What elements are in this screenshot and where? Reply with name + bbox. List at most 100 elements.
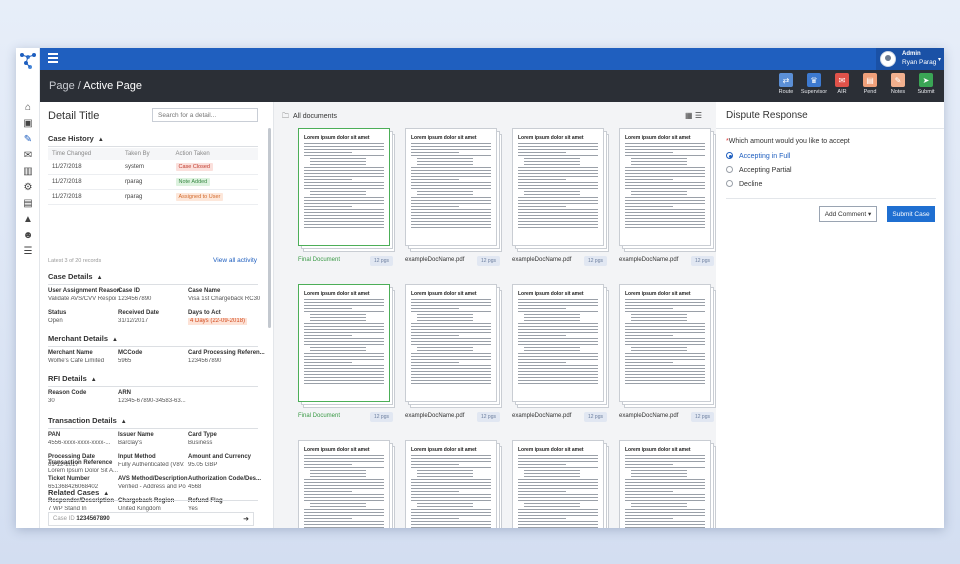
document-thumbnail[interactable]: Lorem ipsum dolor sit amet bbox=[298, 284, 395, 408]
document-name[interactable]: exampleDocName.pdf bbox=[405, 257, 464, 263]
document-page: Lorem ipsum dolor sit amet bbox=[619, 284, 711, 402]
document-icon[interactable]: ▤ bbox=[22, 198, 34, 210]
radio-icon[interactable] bbox=[726, 166, 733, 173]
rfi-details-header[interactable]: RFI Details ▲ bbox=[48, 374, 97, 383]
document-thumbnail[interactable]: Lorem ipsum dolor sit amet bbox=[512, 128, 609, 252]
radio-accept-full[interactable]: Accepting in Full bbox=[726, 152, 790, 160]
document-name[interactable]: exampleDocName.pdf bbox=[405, 413, 464, 419]
document-thumbnail[interactable]: Lorem ipsum dolor sit amet bbox=[619, 128, 716, 252]
add-comment-button[interactable]: Add Comment ▾ bbox=[819, 206, 877, 222]
text-line bbox=[304, 467, 384, 468]
notes-icon[interactable]: ✎ bbox=[891, 73, 905, 87]
document-card[interactable]: Lorem ipsum dolor sit amet exampleDocName… bbox=[512, 128, 609, 268]
document-thumbnail[interactable]: Lorem ipsum dolor sit amet bbox=[298, 440, 395, 528]
arrow-right-icon[interactable]: ➜ bbox=[243, 515, 249, 523]
column-header: Time Changed bbox=[48, 148, 121, 160]
mail-icon[interactable]: ✉ bbox=[22, 150, 34, 162]
gear-icon[interactable]: ⚙ bbox=[22, 182, 34, 194]
chart-icon[interactable]: ▥ bbox=[22, 166, 34, 178]
document-name[interactable]: exampleDocName.pdf bbox=[512, 257, 571, 263]
text-line bbox=[631, 158, 687, 159]
submit-action-button[interactable]: ➤ Submit bbox=[912, 73, 940, 95]
text-line bbox=[625, 515, 705, 516]
air-icon[interactable]: ✉ bbox=[835, 73, 849, 87]
air-action-button[interactable]: ✉ AIR bbox=[828, 73, 856, 95]
pend-action-button[interactable]: ▤ Pend bbox=[856, 73, 884, 95]
field-assignment-reason: User Assignment Reason Validate AVS/CVV R… bbox=[48, 288, 121, 302]
document-thumbnail[interactable]: Lorem ipsum dolor sit amet bbox=[405, 284, 502, 408]
view-toggle[interactable]: ▦ ☰ bbox=[685, 111, 702, 120]
grid-view-icon[interactable]: ▦ bbox=[685, 111, 693, 120]
user-menu[interactable]: Admin Ryan Parag ▾ bbox=[876, 48, 944, 70]
document-thumbnail[interactable]: Lorem ipsum dolor sit amet bbox=[405, 128, 502, 252]
related-case-row[interactable]: Case ID 1234567890 ➜ bbox=[48, 512, 254, 526]
field-received-date: Received Date 31/12/2017 bbox=[118, 310, 160, 324]
radio-decline[interactable]: Decline bbox=[726, 180, 762, 188]
document-card[interactable]: Lorem ipsum dolor sit amet bbox=[405, 440, 502, 528]
list-view-icon[interactable]: ☰ bbox=[695, 111, 702, 120]
document-thumbnail[interactable]: Lorem ipsum dolor sit amet bbox=[298, 128, 395, 252]
text-line bbox=[304, 491, 352, 492]
text-line bbox=[625, 308, 673, 309]
supervisor-icon[interactable]: ♛ bbox=[807, 73, 821, 87]
detail-search-input[interactable] bbox=[152, 108, 258, 122]
document-name[interactable]: exampleDocName.pdf bbox=[619, 413, 678, 419]
notes-action-button[interactable]: ✎ Notes bbox=[884, 73, 912, 95]
document-name[interactable]: exampleDocName.pdf bbox=[619, 257, 678, 263]
submit-icon[interactable]: ➤ bbox=[919, 73, 933, 87]
warning-icon[interactable]: ▲ bbox=[22, 214, 34, 226]
text-line bbox=[304, 479, 384, 480]
text-line bbox=[411, 218, 491, 219]
home-icon[interactable]: ⌂ bbox=[22, 102, 34, 114]
document-thumbnail[interactable]: Lorem ipsum dolor sit amet bbox=[512, 440, 609, 528]
document-card[interactable]: Lorem ipsum dolor sit amet exampleDocName… bbox=[405, 128, 502, 268]
text-line bbox=[625, 212, 705, 213]
document-card[interactable]: Lorem ipsum dolor sit amet exampleDocName… bbox=[619, 284, 716, 424]
view-all-activity-link[interactable]: View all activity bbox=[213, 257, 257, 264]
submit-case-button[interactable]: Submit Case bbox=[887, 206, 935, 222]
text-line bbox=[518, 188, 598, 189]
document-card[interactable]: Lorem ipsum dolor sit amet exampleDocName… bbox=[619, 128, 716, 268]
list-icon[interactable]: ☰ bbox=[22, 246, 34, 258]
panel-scrollbar[interactable] bbox=[268, 128, 271, 328]
related-cases-header[interactable]: Related Cases ▲ bbox=[48, 488, 109, 497]
document-thumbnail[interactable]: Lorem ipsum dolor sit amet bbox=[619, 440, 716, 528]
case-details-header[interactable]: Case Details ▲ bbox=[48, 272, 103, 281]
document-name[interactable]: Final Document bbox=[298, 413, 340, 419]
users-icon[interactable]: ☻ bbox=[22, 230, 34, 242]
edit-icon[interactable]: ✎ bbox=[22, 134, 34, 146]
radio-selected-icon[interactable] bbox=[726, 152, 733, 159]
document-thumbnail[interactable]: Lorem ipsum dolor sit amet bbox=[619, 284, 716, 408]
document-card[interactable]: Lorem ipsum dolor sit amet exampleDocName… bbox=[405, 284, 502, 424]
radio-accept-partial[interactable]: Accepting Partial bbox=[726, 166, 792, 174]
document-card[interactable]: Lorem ipsum dolor sit amet bbox=[512, 440, 609, 528]
all-documents-title: 🗀 All documents bbox=[282, 113, 337, 120]
text-line bbox=[631, 317, 687, 318]
case-history-header[interactable]: Case History ▲ bbox=[48, 134, 104, 143]
text-line bbox=[411, 152, 459, 153]
document-card[interactable]: Lorem ipsum dolor sit amet exampleDocName… bbox=[512, 284, 609, 424]
text-line bbox=[518, 224, 598, 225]
text-line bbox=[304, 455, 384, 456]
document-card[interactable]: Lorem ipsum dolor sit amet bbox=[298, 440, 395, 528]
document-thumbnail[interactable]: Lorem ipsum dolor sit amet bbox=[512, 284, 609, 408]
text-line bbox=[524, 476, 580, 477]
document-name[interactable]: Final Document bbox=[298, 257, 340, 263]
merchant-details-header[interactable]: Merchant Details ▲ bbox=[48, 334, 118, 343]
document-card[interactable]: Lorem ipsum dolor sit amet Final Document… bbox=[298, 284, 395, 424]
document-thumbnail[interactable]: Lorem ipsum dolor sit amet bbox=[405, 440, 502, 528]
route-action-button[interactable]: ⇄ Route bbox=[772, 73, 800, 95]
briefcase-icon[interactable]: ▣ bbox=[22, 118, 34, 130]
document-name[interactable]: exampleDocName.pdf bbox=[512, 413, 571, 419]
text-line bbox=[411, 485, 491, 486]
route-icon[interactable]: ⇄ bbox=[779, 73, 793, 87]
document-card[interactable]: Lorem ipsum dolor sit amet Final Document… bbox=[298, 128, 395, 268]
transaction-details-header[interactable]: Transaction Details ▲ bbox=[48, 416, 127, 425]
supervisor-action-button[interactable]: ♛ Supervisor bbox=[800, 73, 828, 95]
hamburger-menu-icon[interactable] bbox=[48, 53, 58, 63]
radio-icon[interactable] bbox=[726, 180, 733, 187]
text-line bbox=[625, 173, 705, 174]
document-card[interactable]: Lorem ipsum dolor sit amet bbox=[619, 440, 716, 528]
breadcrumb-parent[interactable]: Page bbox=[49, 80, 75, 92]
pend-icon[interactable]: ▤ bbox=[863, 73, 877, 87]
